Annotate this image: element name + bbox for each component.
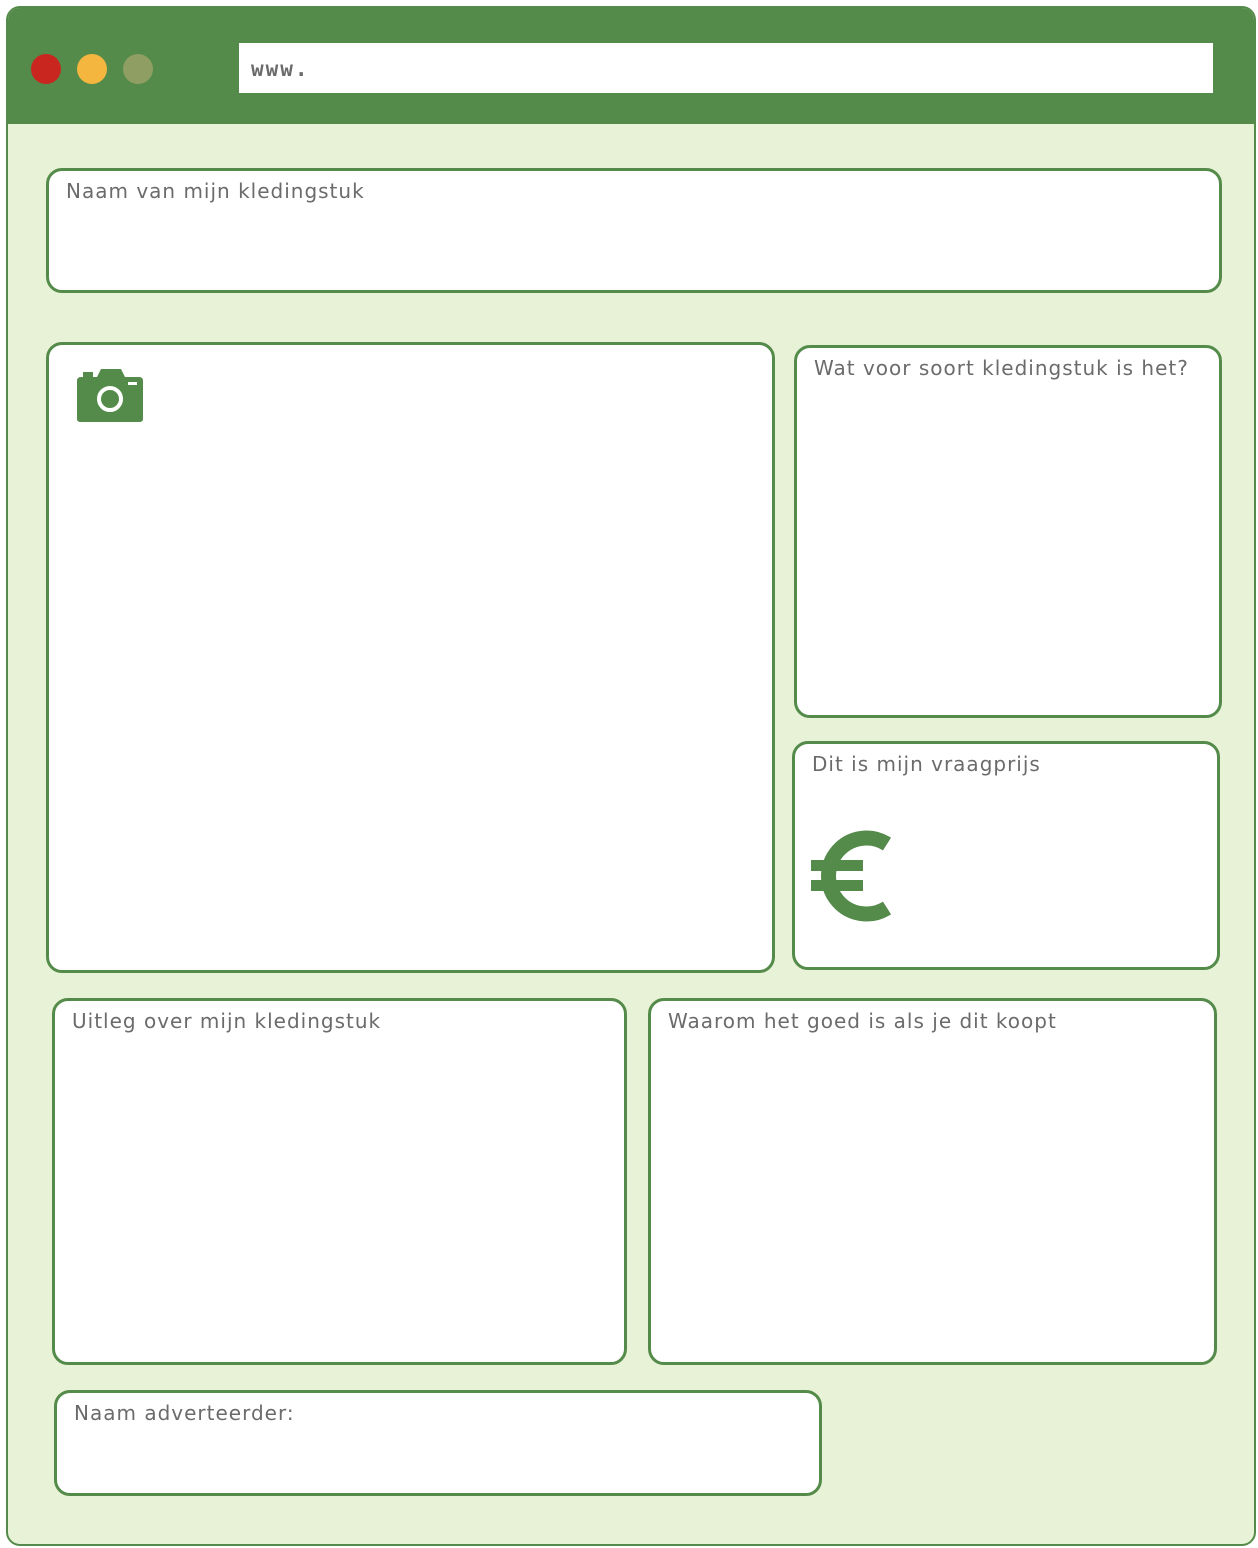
euro-icon	[811, 830, 892, 922]
garment-name-box[interactable]: Naam van mijn kledingstuk	[46, 168, 1222, 293]
advertiser-box[interactable]: Naam adverteerder:	[54, 1390, 822, 1496]
price-label: Dit is mijn vraagprijs	[812, 752, 1041, 776]
garment-type-box[interactable]: Wat voor soort kledingstuk is het?	[794, 345, 1222, 718]
advertiser-label: Naam adverteerder:	[74, 1401, 295, 1425]
minimize-button[interactable]	[77, 54, 107, 84]
why-buy-label: Waarom het goed is als je dit koopt	[668, 1009, 1057, 1033]
maximize-button[interactable]	[123, 54, 153, 84]
title-bar: www.	[8, 8, 1254, 124]
price-box[interactable]: Dit is mijn vraagprijs	[792, 741, 1220, 970]
photo-box[interactable]	[46, 342, 775, 973]
browser-window: www. Naam van mijn kledingstuk Wat voor …	[6, 6, 1256, 1546]
camera-icon	[77, 369, 143, 422]
garment-type-label: Wat voor soort kledingstuk is het?	[814, 356, 1189, 380]
url-bar[interactable]: www.	[239, 43, 1213, 93]
explanation-label: Uitleg over mijn kledingstuk	[72, 1009, 382, 1033]
close-button[interactable]	[31, 54, 61, 84]
why-buy-box[interactable]: Waarom het goed is als je dit koopt	[648, 998, 1217, 1365]
garment-name-label: Naam van mijn kledingstuk	[66, 179, 365, 203]
explanation-box[interactable]: Uitleg over mijn kledingstuk	[52, 998, 627, 1365]
